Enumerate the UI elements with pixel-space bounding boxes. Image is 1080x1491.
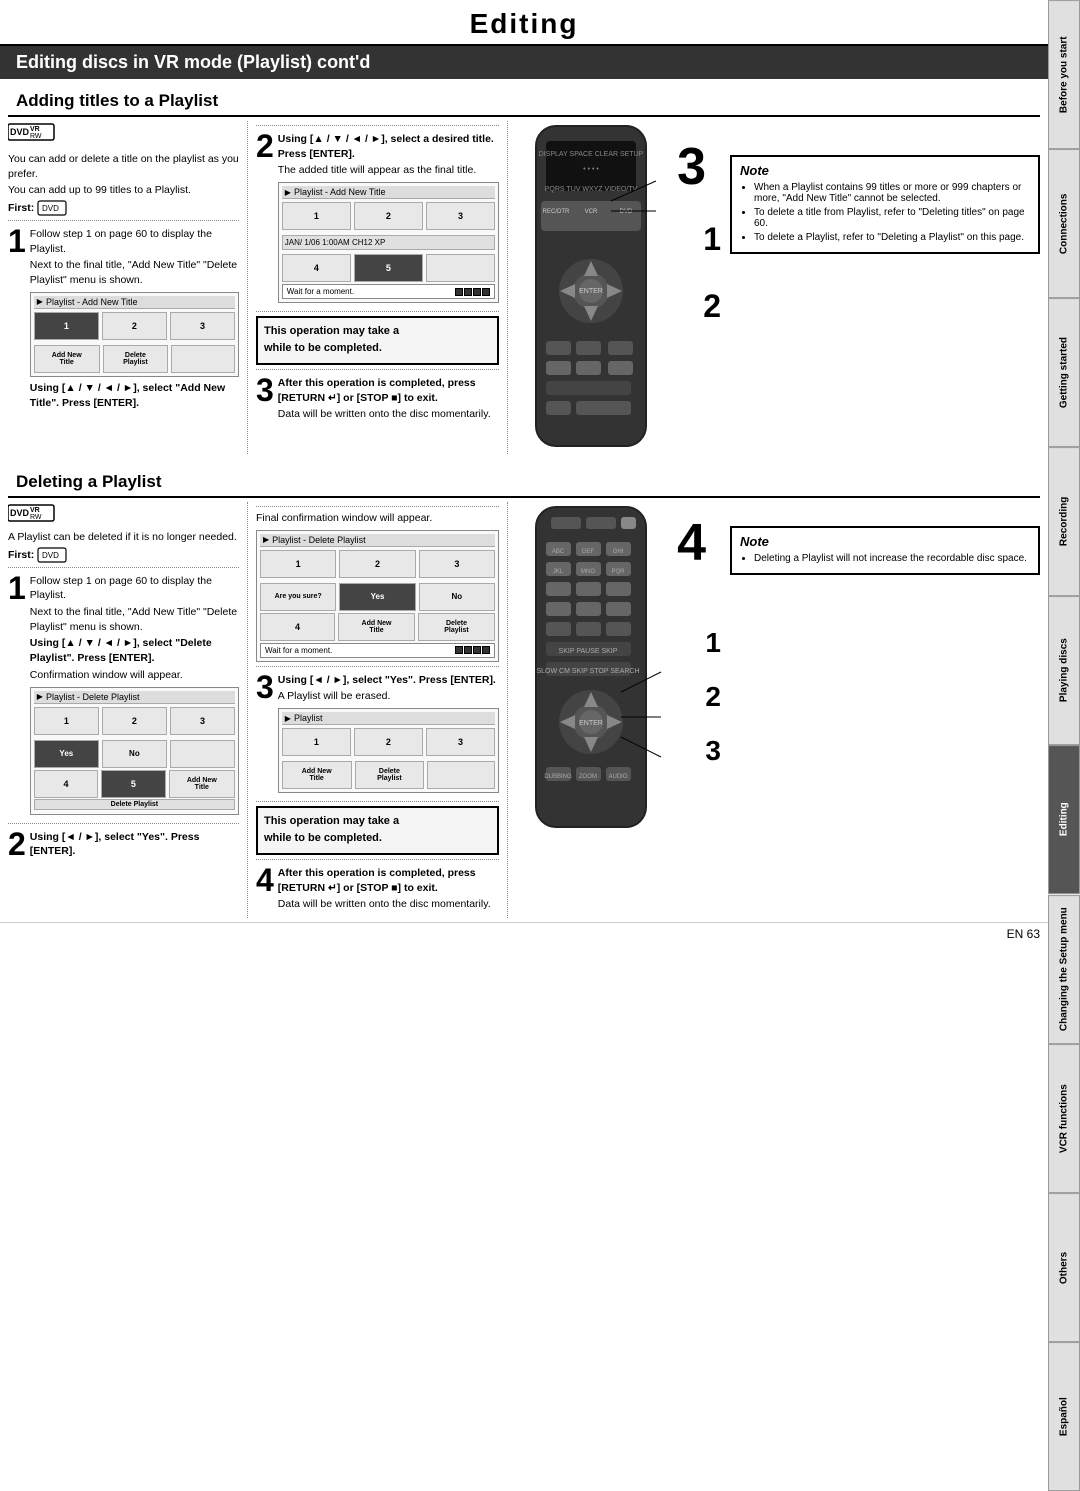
- remote-control-bottom: 4: [516, 502, 676, 835]
- deleting-highlight-box: This operation may take a while to be co…: [256, 806, 499, 855]
- svg-text:SLOW CM SKIP STOP SEARCH: SLOW CM SKIP STOP SEARCH: [536, 668, 639, 675]
- sidebar-tab-vcr-functions[interactable]: VCR functions: [1048, 1044, 1080, 1193]
- svg-text:PQRS TUV WXYZ VIDEO/TV: PQRS TUV WXYZ VIDEO/TV: [545, 186, 638, 193]
- section-header: Editing discs in VR mode (Playlist) cont…: [0, 46, 1048, 79]
- svg-text:RW: RW: [30, 133, 42, 140]
- sidebar-tab-espanol[interactable]: Español: [1048, 1342, 1080, 1491]
- svg-text:DUBBING: DUBBING: [544, 774, 572, 780]
- svg-text:ZOOM: ZOOM: [579, 774, 597, 780]
- svg-text:VR: VR: [30, 507, 40, 514]
- svg-text:DVD: DVD: [42, 204, 59, 213]
- sidebar-tab-changing-setup[interactable]: Changing the Setup menu: [1048, 895, 1080, 1044]
- svg-text:GHI: GHI: [613, 549, 624, 555]
- svg-text:DVD: DVD: [620, 209, 633, 215]
- remote-svg-bottom: ABC DEF GHI JKL MNO PQR SK: [516, 502, 666, 832]
- deleting-intro: A Playlist can be deleted if it is no lo…: [8, 530, 239, 545]
- svg-text:RW: RW: [30, 514, 42, 521]
- adding-note-item-3: To delete a Playlist, refer to "Deleting…: [754, 232, 1030, 243]
- svg-text:• • • •: • • • •: [583, 166, 599, 173]
- deleting-note-list: Deleting a Playlist will not increase th…: [740, 553, 1030, 564]
- deleting-step2-screen: ▶ Playlist - Delete Playlist 1 2 3 Are y…: [256, 530, 499, 662]
- sidebar-tab-editing[interactable]: Editing: [1048, 745, 1080, 894]
- deleting-note-item-1: Deleting a Playlist will not increase th…: [754, 553, 1030, 564]
- page-footer: EN 63: [0, 922, 1048, 945]
- sidebar-tab-before-you-start[interactable]: Before you start: [1048, 0, 1080, 149]
- adding-step1-number: 1: [8, 225, 26, 412]
- adding-step3-block: 3 After this operation is completed, pre…: [256, 374, 499, 424]
- svg-text:SKIP PAUSE SKIP: SKIP PAUSE SKIP: [559, 648, 618, 655]
- deleting-step4-block: 4 After this operation is completed, pre…: [256, 864, 499, 914]
- deleting-section-title: Deleting a Playlist: [8, 468, 1040, 498]
- sidebar-tab-getting-started[interactable]: Getting started: [1048, 298, 1080, 447]
- svg-text:AUDIO: AUDIO: [608, 774, 627, 780]
- svg-text:MNO: MNO: [581, 569, 595, 575]
- deleting-step1-screen: ▶ Playlist - Delete Playlist 1 2 3 Yes N…: [30, 687, 239, 815]
- page-title: Editing: [0, 8, 1048, 40]
- page-title-bar: Editing: [0, 0, 1048, 46]
- adding-step1-screen: ▶ Playlist - Add New Title 1 2 3 Add New…: [30, 292, 239, 377]
- page-number: EN 63: [1007, 927, 1040, 941]
- svg-text:DVD: DVD: [42, 551, 59, 560]
- remote-control-top: 3: [516, 121, 676, 454]
- svg-text:DEF: DEF: [582, 549, 594, 555]
- svg-text:ENTER: ENTER: [579, 288, 603, 295]
- deleting-step2-left-block: 2 Using [◄ / ►], select "Yes". Press [EN…: [8, 828, 239, 861]
- adding-note-item-2: To delete a title from Playlist, refer t…: [754, 207, 1030, 229]
- svg-text:ABC: ABC: [552, 549, 565, 555]
- deleting-step1-block: 1 Follow step 1 on page 60 to display th…: [8, 572, 239, 819]
- dvd-vr-logo: DVD VR RW: [8, 121, 58, 146]
- sidebar-tab-playing-discs[interactable]: Playing discs: [1048, 596, 1080, 745]
- svg-text:VR: VR: [30, 126, 40, 133]
- adding-limit: You can add up to 99 titles to a Playlis…: [8, 183, 239, 198]
- svg-text:JKL: JKL: [553, 569, 564, 575]
- sidebar-tab-others[interactable]: Others: [1048, 1193, 1080, 1342]
- svg-text:REC/DTR: REC/DTR: [543, 209, 570, 215]
- sidebar-tab-recording[interactable]: Recording: [1048, 447, 1080, 596]
- adding-note-list: When a Playlist contains 99 titles or mo…: [740, 182, 1030, 243]
- adding-step2-screen: ▶ Playlist - Add New Title 1 2 3 JAN/ 1/…: [278, 182, 499, 303]
- svg-text:DVD: DVD: [10, 508, 30, 518]
- sidebar-tab-connections[interactable]: Connections: [1048, 149, 1080, 298]
- adding-note-box: Note When a Playlist contains 99 titles …: [730, 155, 1040, 254]
- adding-section-title: Adding titles to a Playlist: [8, 87, 1040, 117]
- adding-step2-block: 2 Using [▲ / ▼ / ◄ / ►], select a desire…: [256, 130, 499, 307]
- adding-note-item-1: When a Playlist contains 99 titles or mo…: [754, 182, 1030, 204]
- right-sidebar: Before you start Connections Getting sta…: [1048, 0, 1080, 1491]
- svg-text:PQR: PQR: [611, 569, 625, 575]
- adding-step1-block: 1 Follow step 1 on page 60 to display th…: [8, 225, 239, 412]
- svg-text:DISPLAY SPACE CLEAR SETUP: DISPLAY SPACE CLEAR SETUP: [539, 151, 644, 158]
- adding-step2-number: 2: [256, 130, 274, 307]
- svg-text:DVD: DVD: [10, 127, 30, 137]
- deleting-note-box: Note Deleting a Playlist will not increa…: [730, 526, 1040, 575]
- deleting-step3-screen: ▶ Playlist 1 2 3 Add NewTitle DeletePlay…: [278, 708, 499, 793]
- adding-note-title: Note: [740, 163, 1030, 178]
- svg-text:VCR: VCR: [585, 209, 598, 215]
- adding-highlight-box: This operation may take a while to be co…: [256, 316, 499, 365]
- deleting-note-title: Note: [740, 534, 1030, 549]
- adding-intro: You can add or delete a title on the pla…: [8, 152, 239, 181]
- dvd-vr-logo-2: DVD VR RW: [8, 502, 58, 524]
- deleting-step3-block: 3 Using [◄ / ►], select "Yes". Press [EN…: [256, 671, 499, 797]
- svg-text:ENTER: ENTER: [579, 720, 603, 727]
- remote-svg-top: DISPLAY SPACE CLEAR SETUP • • • • PQRS T…: [516, 121, 666, 451]
